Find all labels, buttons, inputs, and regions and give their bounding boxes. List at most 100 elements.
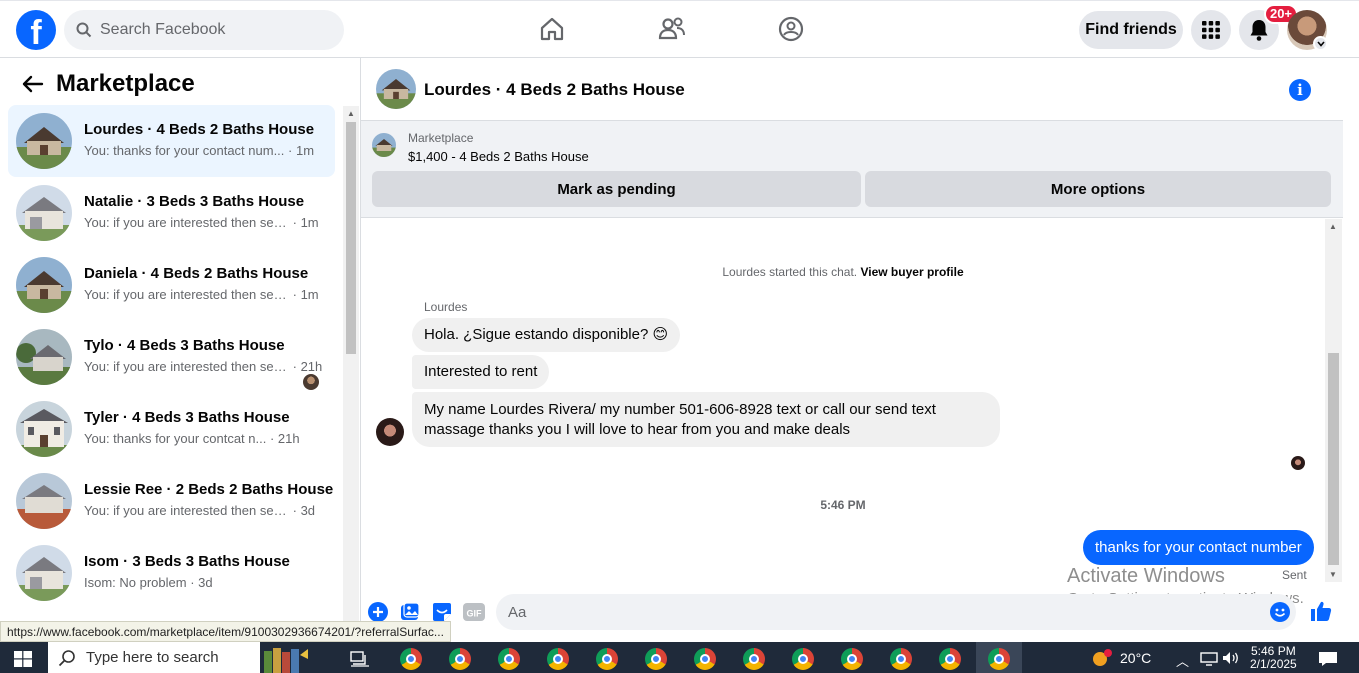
listing-thumbnail[interactable] bbox=[372, 133, 396, 157]
conversation-title: Natalie · 3 Beds 3 Baths House bbox=[84, 193, 305, 210]
listing-thumbnail[interactable] bbox=[376, 69, 416, 109]
taskbar-search-placeholder: Type here to search bbox=[86, 649, 219, 666]
groups-icon[interactable] bbox=[776, 14, 806, 44]
conversation-item[interactable]: Tyler · 4 Beds 3 Baths House You: thanks… bbox=[8, 393, 335, 465]
mark-as-pending-button[interactable]: Mark as pending bbox=[372, 171, 861, 207]
chat-start-notice: Lourdes started this chat. View buyer pr… bbox=[722, 265, 964, 279]
listing-summary-bar: Marketplace $1,400 - 4 Beds 2 Baths Hous… bbox=[361, 121, 1343, 218]
chrome-icon[interactable] bbox=[890, 648, 912, 670]
home-icon[interactable] bbox=[537, 14, 567, 44]
chrome-icon[interactable] bbox=[449, 648, 471, 670]
scroll-down-icon[interactable]: ▼ bbox=[1329, 570, 1337, 579]
facebook-logo-icon[interactable]: f bbox=[16, 10, 56, 50]
conversation-preview: You: thanks for your contact num... · 1m bbox=[84, 143, 315, 158]
sender-avatar[interactable] bbox=[376, 418, 404, 446]
photo-icon[interactable] bbox=[400, 602, 420, 622]
scrollbar-thumb[interactable] bbox=[1328, 353, 1339, 565]
conversation-title: Lourdes · 4 Beds 2 Baths House bbox=[84, 121, 315, 138]
conversation-preview: You: if you are interested then sen... ·… bbox=[84, 287, 319, 302]
listing-price[interactable]: $1,400 - 4 Beds 2 Baths House bbox=[408, 149, 589, 164]
search-icon bbox=[58, 649, 75, 666]
taskbar-search[interactable]: Type here to search bbox=[48, 642, 260, 673]
chrome-icon[interactable] bbox=[547, 648, 569, 670]
scrollbar-thumb[interactable] bbox=[346, 122, 356, 354]
thumbs-up-icon[interactable] bbox=[1310, 600, 1332, 622]
notification-center-icon[interactable] bbox=[1318, 651, 1338, 667]
conversation-preview: You: if you are interested then sen... ·… bbox=[84, 503, 316, 518]
conversation-item[interactable]: Natalie · 3 Beds 3 Baths House You: if y… bbox=[8, 177, 335, 249]
chrome-icon[interactable] bbox=[939, 648, 961, 670]
received-message[interactable]: My name Lourdes Rivera/ my number 501-60… bbox=[412, 392, 1000, 447]
conversation-item[interactable]: Lourdes · 4 Beds 2 Baths House You: than… bbox=[8, 105, 335, 177]
conversation-preview: Isom: No problem · 3d bbox=[84, 575, 213, 590]
back-arrow-icon[interactable] bbox=[20, 74, 44, 94]
plus-circle-icon[interactable] bbox=[368, 602, 388, 622]
seen-receipt-avatar bbox=[1291, 456, 1305, 470]
sent-message[interactable]: thanks for your contact number bbox=[1083, 530, 1314, 565]
task-view-icon[interactable] bbox=[350, 651, 370, 667]
chrome-icon[interactable] bbox=[498, 648, 520, 670]
message-input[interactable] bbox=[496, 594, 1296, 630]
search-input[interactable] bbox=[100, 21, 320, 39]
more-options-button[interactable]: More options bbox=[865, 171, 1331, 207]
chrome-icon[interactable] bbox=[596, 648, 618, 670]
volume-icon[interactable] bbox=[1222, 651, 1240, 665]
top-navigation-bar: f Find friends 20+ bbox=[0, 0, 1359, 58]
scroll-up-icon[interactable]: ▲ bbox=[347, 109, 355, 118]
sticker-icon[interactable] bbox=[432, 602, 452, 622]
conversation-item[interactable]: Daniela · 4 Beds 2 Baths House You: if y… bbox=[8, 249, 335, 321]
conversation-title: Daniela · 4 Beds 2 Baths House bbox=[84, 265, 309, 282]
message-thread: Lourdes started this chat. View buyer pr… bbox=[361, 219, 1359, 583]
chat-title[interactable]: Lourdes · 4 Beds 2 Baths House bbox=[424, 80, 685, 100]
menu-grid-icon[interactable] bbox=[1191, 10, 1231, 50]
gif-icon[interactable]: GIF bbox=[463, 602, 485, 622]
chrome-icon[interactable] bbox=[841, 648, 863, 670]
sender-name: Lourdes bbox=[424, 300, 468, 314]
chevron-up-icon[interactable]: ︿ bbox=[1176, 651, 1189, 670]
listing-thumbnail bbox=[16, 113, 72, 169]
weather-icon bbox=[1093, 649, 1112, 666]
chrome-icon[interactable] bbox=[694, 648, 716, 670]
conversation-title: Tyler · 4 Beds 3 Baths House bbox=[84, 409, 290, 426]
emoji-icon[interactable] bbox=[1270, 602, 1290, 622]
chat-panel: Lourdes · 4 Beds 2 Baths House i Marketp… bbox=[361, 58, 1359, 642]
network-icon[interactable] bbox=[1200, 652, 1218, 666]
received-message[interactable]: Hola. ¿Sigue estando disponible? 😊 bbox=[412, 318, 681, 352]
chrome-icon[interactable] bbox=[400, 648, 422, 670]
conversation-preview: You: if you are interested then sen... ·… bbox=[84, 215, 319, 230]
listing-thumbnail bbox=[16, 185, 72, 241]
left-scrollbar[interactable]: ▲ bbox=[343, 106, 359, 642]
chat-header: Lourdes · 4 Beds 2 Baths House i bbox=[361, 58, 1343, 121]
taskbar-clock[interactable]: 5:46 PM 2/1/2025 bbox=[1250, 645, 1297, 671]
find-friends-button[interactable]: Find friends bbox=[1079, 11, 1183, 49]
chrome-icon[interactable] bbox=[743, 648, 765, 670]
chrome-icon[interactable] bbox=[988, 648, 1010, 670]
weather-widget[interactable]: 20°C bbox=[1090, 648, 1151, 668]
message-composer: GIF bbox=[361, 590, 1359, 635]
conversation-preview: You: thanks for your contcat n... · 21h bbox=[84, 431, 300, 446]
chrome-icon[interactable] bbox=[645, 648, 667, 670]
windows-taskbar: Type here to search 20°C ︿ 5:46 PM 2/1/2… bbox=[0, 642, 1359, 673]
search-icon bbox=[76, 22, 92, 38]
conversation-title: Lessie Ree · 2 Beds 2 Baths House bbox=[84, 481, 334, 498]
view-buyer-profile-link[interactable]: View buyer profile bbox=[860, 265, 963, 279]
conversation-item[interactable]: Isom · 3 Beds 3 Baths House Isom: No pro… bbox=[8, 537, 335, 609]
conversation-title: Isom · 3 Beds 3 Baths House bbox=[84, 553, 290, 570]
conversation-item[interactable]: Tylo · 4 Beds 3 Baths House You: if you … bbox=[8, 321, 335, 393]
info-icon[interactable]: i bbox=[1289, 79, 1311, 101]
chrome-icon[interactable] bbox=[792, 648, 814, 670]
received-message[interactable]: Interested to rent bbox=[412, 355, 550, 389]
chevron-down-icon[interactable] bbox=[1313, 36, 1328, 51]
marketplace-conversations-panel: Marketplace Lourdes · 4 Beds 2 Baths Hou… bbox=[0, 58, 361, 642]
listing-thumbnail bbox=[16, 257, 72, 313]
friends-icon[interactable] bbox=[657, 14, 687, 44]
chat-scrollbar[interactable]: ▲ ▼ bbox=[1325, 219, 1342, 582]
scroll-up-icon[interactable]: ▲ bbox=[1329, 222, 1337, 231]
search-box[interactable] bbox=[64, 10, 344, 50]
listing-thumbnail bbox=[16, 329, 72, 385]
books-icon[interactable] bbox=[264, 645, 308, 673]
conversation-title: Tylo · 4 Beds 3 Baths House bbox=[84, 337, 285, 354]
read-receipt-avatar bbox=[303, 374, 319, 390]
windows-start-icon[interactable] bbox=[14, 651, 32, 667]
conversation-item[interactable]: Lessie Ree · 2 Beds 2 Baths House You: i… bbox=[8, 465, 335, 537]
